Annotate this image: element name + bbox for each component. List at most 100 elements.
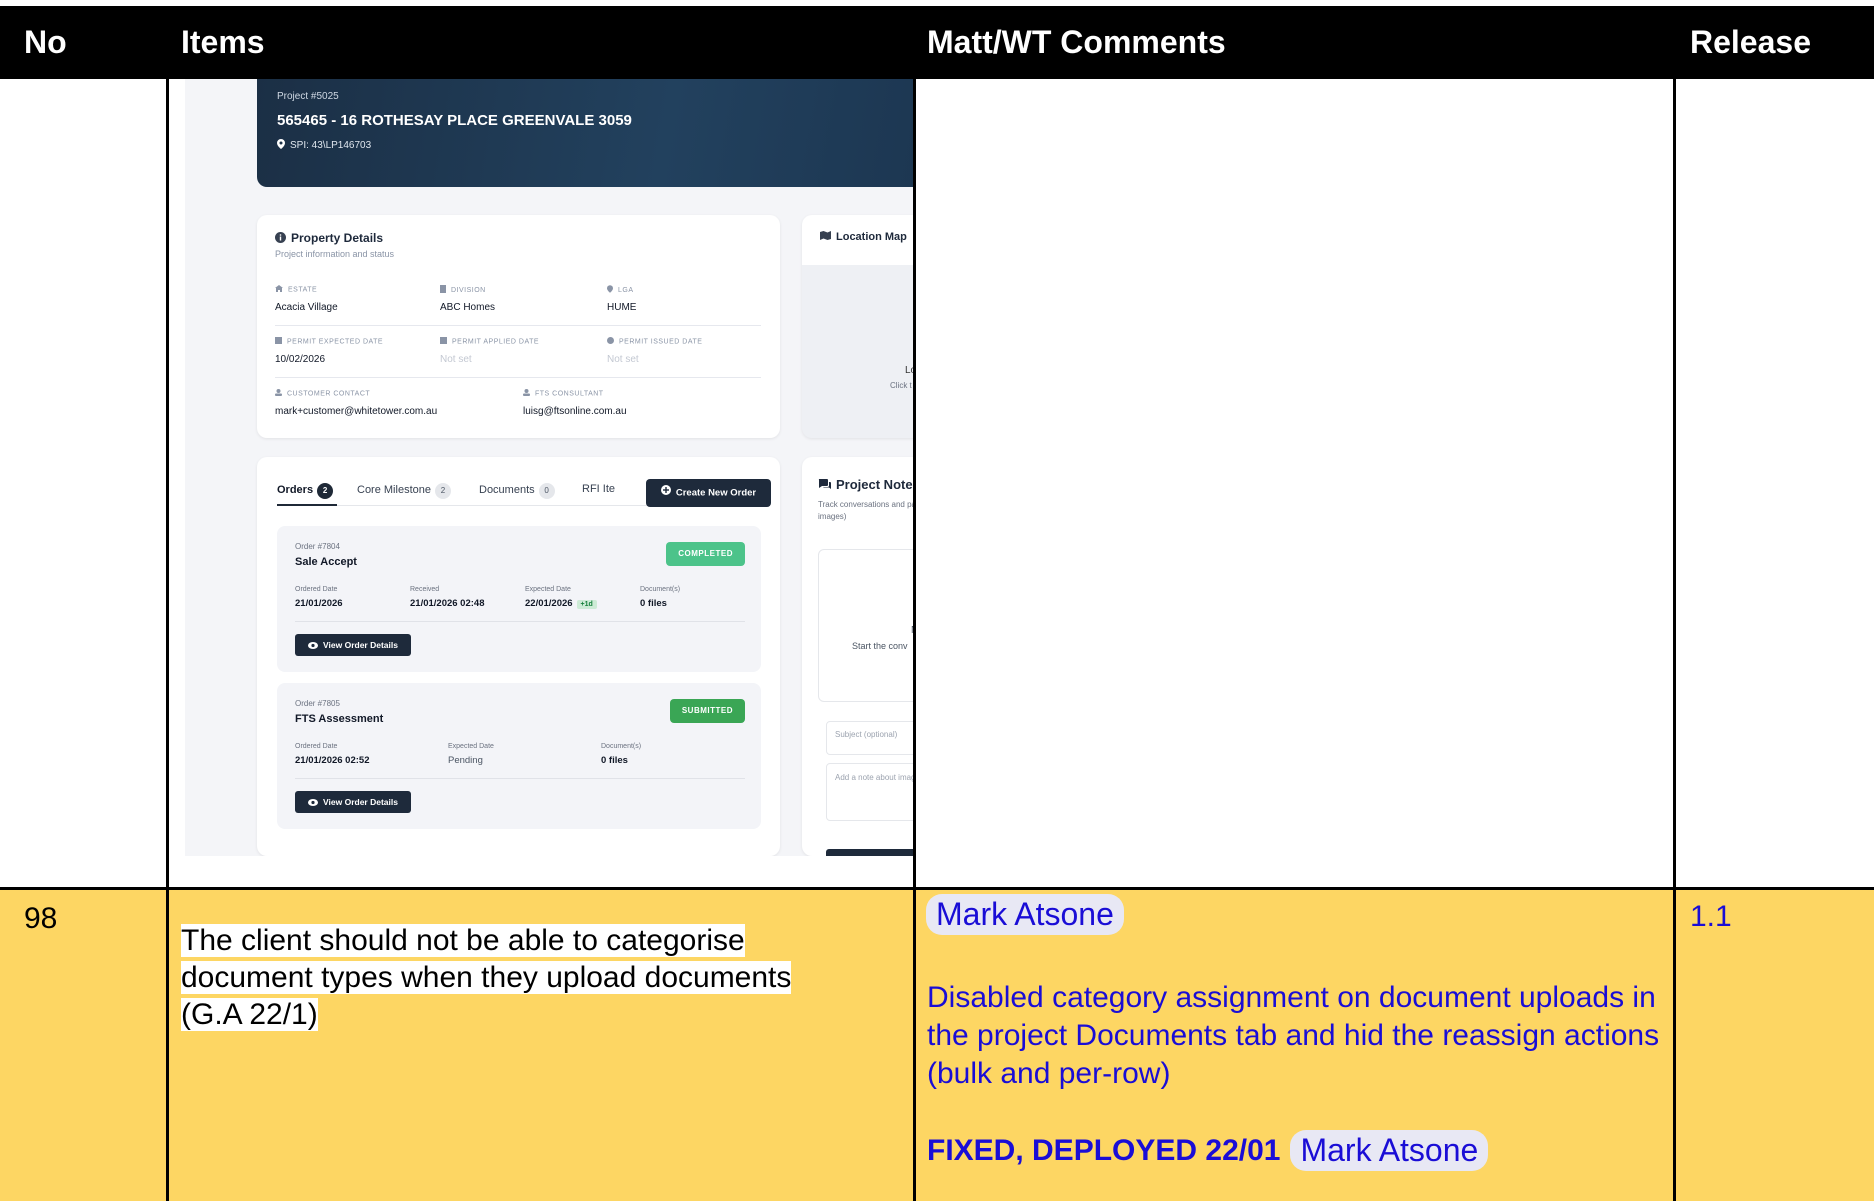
create-new-order-button[interactable]: Create New Order xyxy=(646,479,771,507)
orders-card: Orders 2 Core Milestone 2 Documents 0 RFI I… xyxy=(257,457,780,856)
documents-label: Document(s) xyxy=(640,586,681,593)
order-card-7804: Order #7804 Sale Accept COMPLETED Ordere… xyxy=(277,526,761,672)
estate-value: Acacia Village xyxy=(275,302,338,313)
lga-value: HUME xyxy=(607,302,637,313)
orders-count-badge: 2 xyxy=(317,483,334,499)
fix-status: FIXED, DEPLOYED 22/01 Mark Atsone xyxy=(927,1130,1489,1171)
note-textarea[interactable]: Add a note about images) xyxy=(826,763,913,821)
division-value: ABC Homes xyxy=(440,302,496,313)
tab-rfi[interactable]: RFI Ite xyxy=(582,483,615,495)
subject-input[interactable]: Subject (optional) xyxy=(826,721,913,755)
permit-expected-value: 10/02/2026 xyxy=(275,354,326,365)
item-text: The client should not be able to categor… xyxy=(181,924,792,1031)
permit-applied-value: Not set xyxy=(440,354,472,365)
eye-icon xyxy=(308,792,319,814)
project-spi: SPI: 43\LP146703 xyxy=(277,139,371,152)
order-number: Order #7804 xyxy=(295,542,340,551)
add-note-button[interactable] xyxy=(826,849,913,856)
division-label: DIVISION xyxy=(440,285,486,295)
building-icon xyxy=(440,285,446,295)
fts-consultant-value: luisg@ftsonline.com.au xyxy=(523,406,627,417)
permit-applied-label: PERMIT APPLIED DATE xyxy=(440,337,539,346)
property-details-subtitle: Project information and status xyxy=(275,249,395,259)
property-details-title: Property Details xyxy=(275,231,383,246)
property-title-text: Property Details xyxy=(291,231,384,245)
project-number: Project #5025 xyxy=(277,91,339,102)
lga-label: LGA xyxy=(607,285,634,295)
project-notes-card: Project Note Track conversations and pas… xyxy=(802,457,913,856)
received-label: Received xyxy=(410,586,440,593)
header-release: Release xyxy=(1690,24,1811,60)
calendar-icon xyxy=(275,337,282,346)
expected-date-label: Expected Date xyxy=(448,743,494,750)
expected-date-value: 22/01/2026 +1d xyxy=(525,598,597,609)
tab-core-milestone[interactable]: Core Milestone 2 xyxy=(357,483,451,499)
documents-value: 0 files xyxy=(640,598,667,609)
order-name: Sale Accept xyxy=(295,556,357,568)
fts-consultant-label: FTS CONSULTANT xyxy=(523,389,604,398)
ordered-date-value: 21/01/2026 xyxy=(295,598,343,609)
project-address: 565465 - 16 ROTHESAY PLACE GREENVALE 305… xyxy=(277,112,632,129)
notes-empty-state: N Start the conv xyxy=(818,549,913,702)
tab-documents[interactable]: Documents 0 xyxy=(479,483,555,499)
check-circle-icon xyxy=(607,337,614,346)
user-icon xyxy=(275,389,282,398)
map-title-text: Location Map xyxy=(836,231,907,243)
row-number: 98 xyxy=(24,902,58,935)
tab-orders[interactable]: Orders 2 xyxy=(277,483,334,499)
user-icon xyxy=(523,389,530,398)
spi-text: SPI: 43\LP146703 xyxy=(290,140,372,152)
received-value: 21/01/2026 02:48 xyxy=(410,598,485,609)
view-order-details-button[interactable]: View Order Details xyxy=(295,634,411,656)
calendar-icon xyxy=(440,337,447,346)
permit-expected-label: PERMIT EXPECTED DATE xyxy=(275,337,383,346)
embedded-screenshot: Project #5025 565465 - 16 ROTHESAY PLACE… xyxy=(185,79,913,856)
map-pin-icon xyxy=(607,285,613,295)
documents-label: Document(s) xyxy=(601,743,642,750)
delay-badge: +1d xyxy=(576,600,597,609)
empty-subtitle: Start the conv xyxy=(852,641,908,651)
header-comments: Matt/WT Comments xyxy=(927,24,1226,60)
home-icon xyxy=(275,285,283,294)
header-items: Items xyxy=(181,24,265,60)
review-table: No Items Matt/WT Comments Release Projec… xyxy=(0,6,1874,1201)
status-badge: SUBMITTED xyxy=(669,699,745,723)
status-author-mention[interactable]: Mark Atsone xyxy=(1290,1130,1489,1171)
expected-date-value: Pending xyxy=(448,755,483,766)
order-number: Order #7805 xyxy=(295,699,340,708)
location-map-card[interactable]: Location Map Lo Click t xyxy=(802,215,913,438)
ordered-date-label: Ordered Date xyxy=(295,586,338,593)
customer-contact-value: mark+customer@whitetower.com.au xyxy=(275,406,438,417)
table-header: No Items Matt/WT Comments Release xyxy=(0,6,1874,79)
info-icon xyxy=(275,231,286,246)
status-text: FIXED, DEPLOYED 22/01 xyxy=(927,1133,1281,1167)
core-count-badge: 2 xyxy=(434,483,451,499)
comment-author-chip[interactable]: Mark Atsone xyxy=(926,894,1124,935)
chat-icon xyxy=(818,478,831,493)
view-order-details-button[interactable]: View Order Details xyxy=(295,791,411,813)
project-notes-title: Project Note xyxy=(818,477,913,493)
header-no: No xyxy=(24,24,67,60)
ordered-date-value: 21/01/2026 02:52 xyxy=(295,755,370,766)
property-details-card: Property Details Project information and… xyxy=(257,215,780,438)
documents-value: 0 files xyxy=(601,755,628,766)
project-banner: Project #5025 565465 - 16 ROTHESAY PLACE… xyxy=(257,79,913,187)
plus-circle-icon xyxy=(660,479,671,507)
customer-contact-label: CUSTOMER CONTACT xyxy=(275,389,370,398)
release-version: 1.1 xyxy=(1690,900,1732,933)
map-loading-text: Lo xyxy=(905,365,913,376)
location-pin-icon xyxy=(277,139,285,152)
permit-issued-value: Not set xyxy=(607,354,639,365)
location-map-title: Location Map xyxy=(820,231,907,243)
eye-icon xyxy=(308,635,319,657)
order-name: FTS Assessment xyxy=(295,713,384,725)
project-notes-subtitle: Track conversations and paste images) xyxy=(818,500,913,521)
map-icon xyxy=(820,231,831,243)
comment-text: Disabled category assignment on document… xyxy=(927,981,1660,1090)
status-badge: COMPLETED xyxy=(666,542,745,566)
expected-date-label: Expected Date xyxy=(525,586,571,593)
author-mention[interactable]: Mark Atsone xyxy=(926,894,1124,935)
estate-label: ESTATE xyxy=(275,285,317,294)
docs-count-badge: 0 xyxy=(538,483,555,499)
order-card-7805: Order #7805 FTS Assessment SUBMITTED Ord… xyxy=(277,683,761,829)
